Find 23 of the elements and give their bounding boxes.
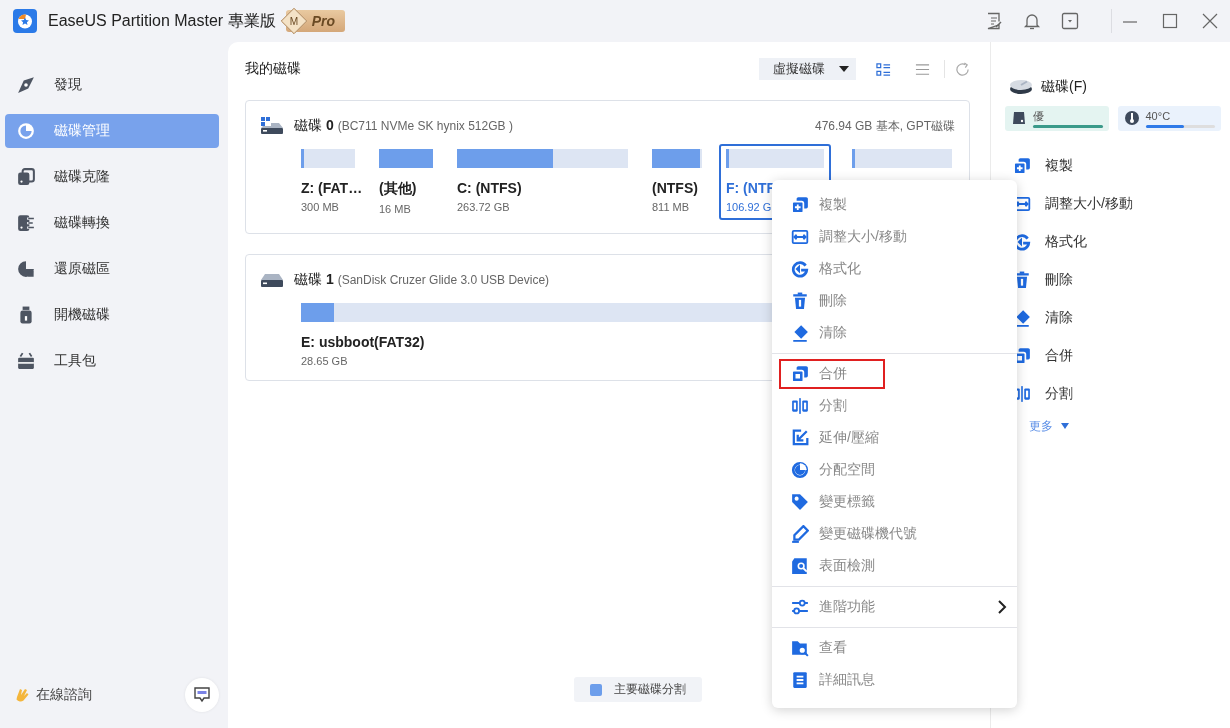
disk-name: 磁碟 1 [294, 271, 334, 289]
partition-size: 300 MB [301, 201, 339, 213]
partition-size: 16 MB [379, 203, 411, 215]
partition-label: E: usbboot(FAT32) [301, 334, 425, 350]
partition-size: 106.92 G [726, 201, 772, 213]
partition-label: C: (NTFS) [457, 180, 522, 196]
window-title: EaseUS Partition Master 專業版 [48, 10, 276, 31]
partition-label: (其他) [379, 180, 417, 198]
partition-size: 28.65 GB [301, 355, 348, 367]
disk-model: (SanDisk Cruzer Glide 3.0 USB Device) [337, 273, 550, 287]
legend-label: 主要磁碟分割 [613, 681, 686, 698]
section-title: 我的磁碟 [245, 60, 302, 78]
partition-size: 811 MB [652, 201, 690, 213]
partition-size: 263.72 GB [457, 201, 510, 213]
partition-label: F: (NTF [726, 180, 775, 196]
health-reading: 優 [1033, 110, 1045, 122]
disk-title: 磁碟(F) [1041, 78, 1087, 96]
partition-label: Z: (FAT… [301, 180, 363, 196]
disk-summary: 476.94 GB 基本, GPT磁碟 [814, 117, 955, 135]
partition-label: (NTFS) [652, 180, 698, 196]
health-reading: 40°C [1145, 110, 1172, 122]
disk-model: (BC711 NVMe SK hynix 512GB ) [337, 119, 513, 133]
disk-name: 磁碟 0 [294, 117, 334, 135]
